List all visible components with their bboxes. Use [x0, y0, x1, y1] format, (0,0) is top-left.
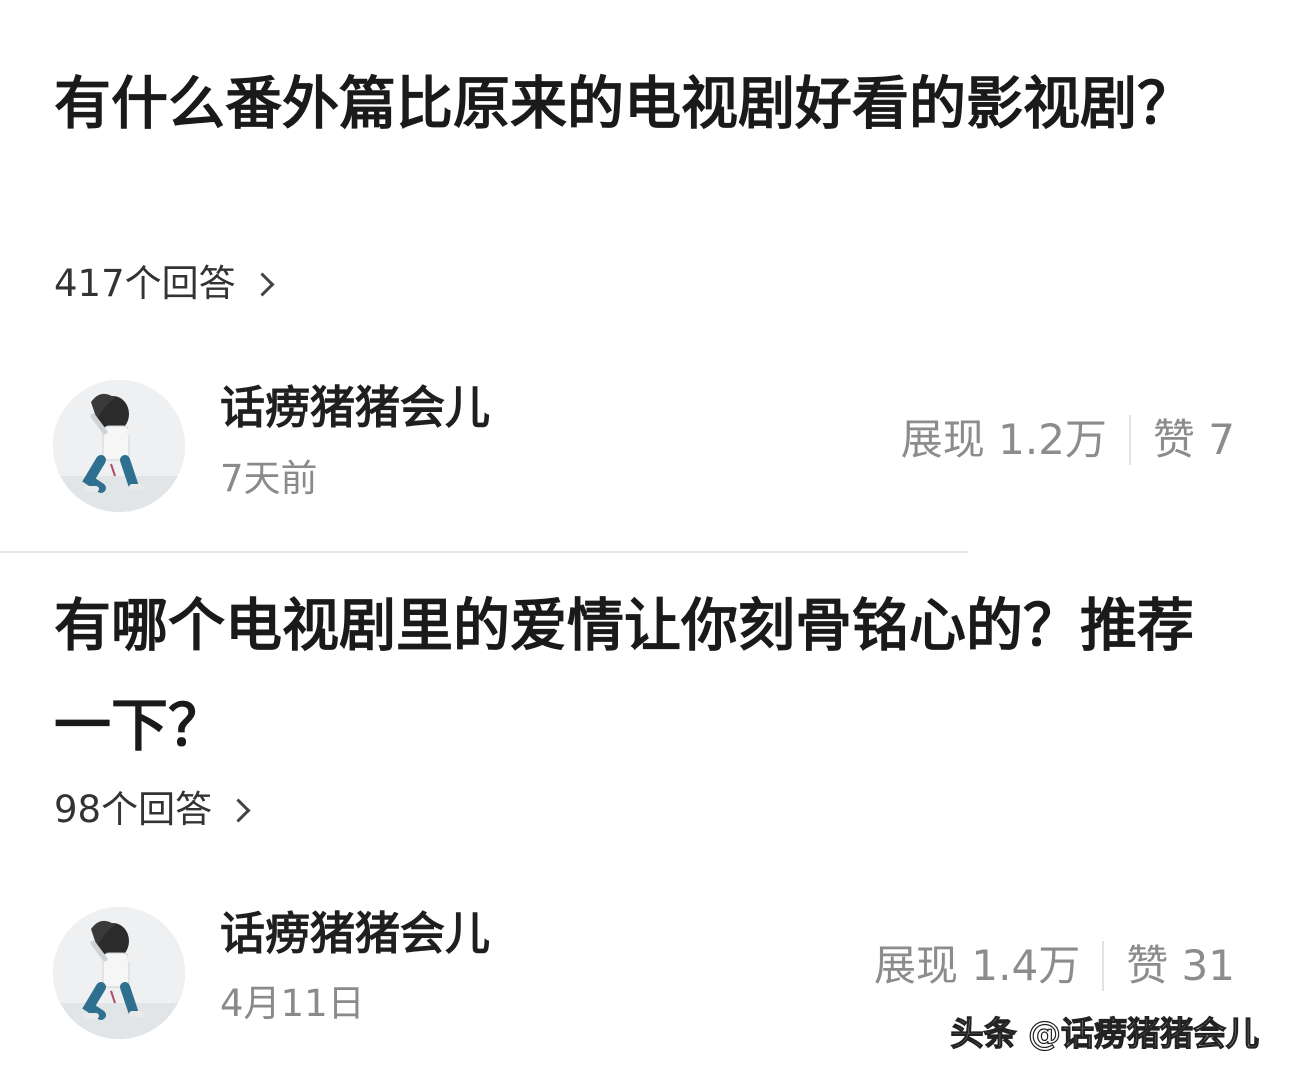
- avatar[interactable]: [53, 907, 185, 1039]
- chevron-right-icon: [250, 271, 275, 297]
- answers-count-label: 98个回答: [54, 788, 213, 831]
- author-name[interactable]: 话痨猪猪会儿: [220, 380, 490, 436]
- likes-count[interactable]: 赞 7: [1153, 412, 1235, 468]
- post-time: 7天前: [220, 457, 318, 500]
- views-count: 展现 1.4万: [874, 941, 1081, 990]
- chevron-right-icon: [226, 797, 251, 823]
- stats-divider: [1128, 415, 1131, 465]
- avatar-photo: [53, 907, 185, 1039]
- avatar[interactable]: [53, 380, 185, 512]
- post-stats: 展现 1.4万 赞 31: [874, 938, 1235, 994]
- post-stats: 展现 1.2万 赞 7: [901, 412, 1235, 468]
- answers-count-label: 417个回答: [54, 262, 236, 305]
- views-count: 展现 1.2万: [900, 415, 1107, 464]
- answer-card-1[interactable]: 有什么番外篇比原来的电视剧好看的影视剧？ 417个回答 话痨猪猪会儿 7天前 展…: [0, 0, 1289, 552]
- answer-card-2[interactable]: 有哪个电视剧里的爱情让你刻骨铭心的？推荐一下？ 98个回答 话痨猪猪会儿 4月1…: [0, 553, 1289, 1080]
- author-name[interactable]: 话痨猪猪会儿: [220, 906, 490, 962]
- stats-divider: [1102, 941, 1105, 991]
- avatar-photo: [53, 380, 185, 512]
- question-title[interactable]: 有什么番外篇比原来的电视剧好看的影视剧？: [54, 54, 1234, 154]
- likes-count[interactable]: 赞 31: [1126, 938, 1235, 994]
- question-title[interactable]: 有哪个电视剧里的爱情让你刻骨铭心的？推荐一下？: [54, 576, 1234, 776]
- answers-count-link[interactable]: 98个回答: [54, 786, 251, 834]
- post-time: 4月11日: [220, 982, 365, 1025]
- watermark-text: 头条 @话痨猪猪会儿: [950, 1013, 1260, 1053]
- answers-count-link[interactable]: 417个回答: [54, 260, 275, 308]
